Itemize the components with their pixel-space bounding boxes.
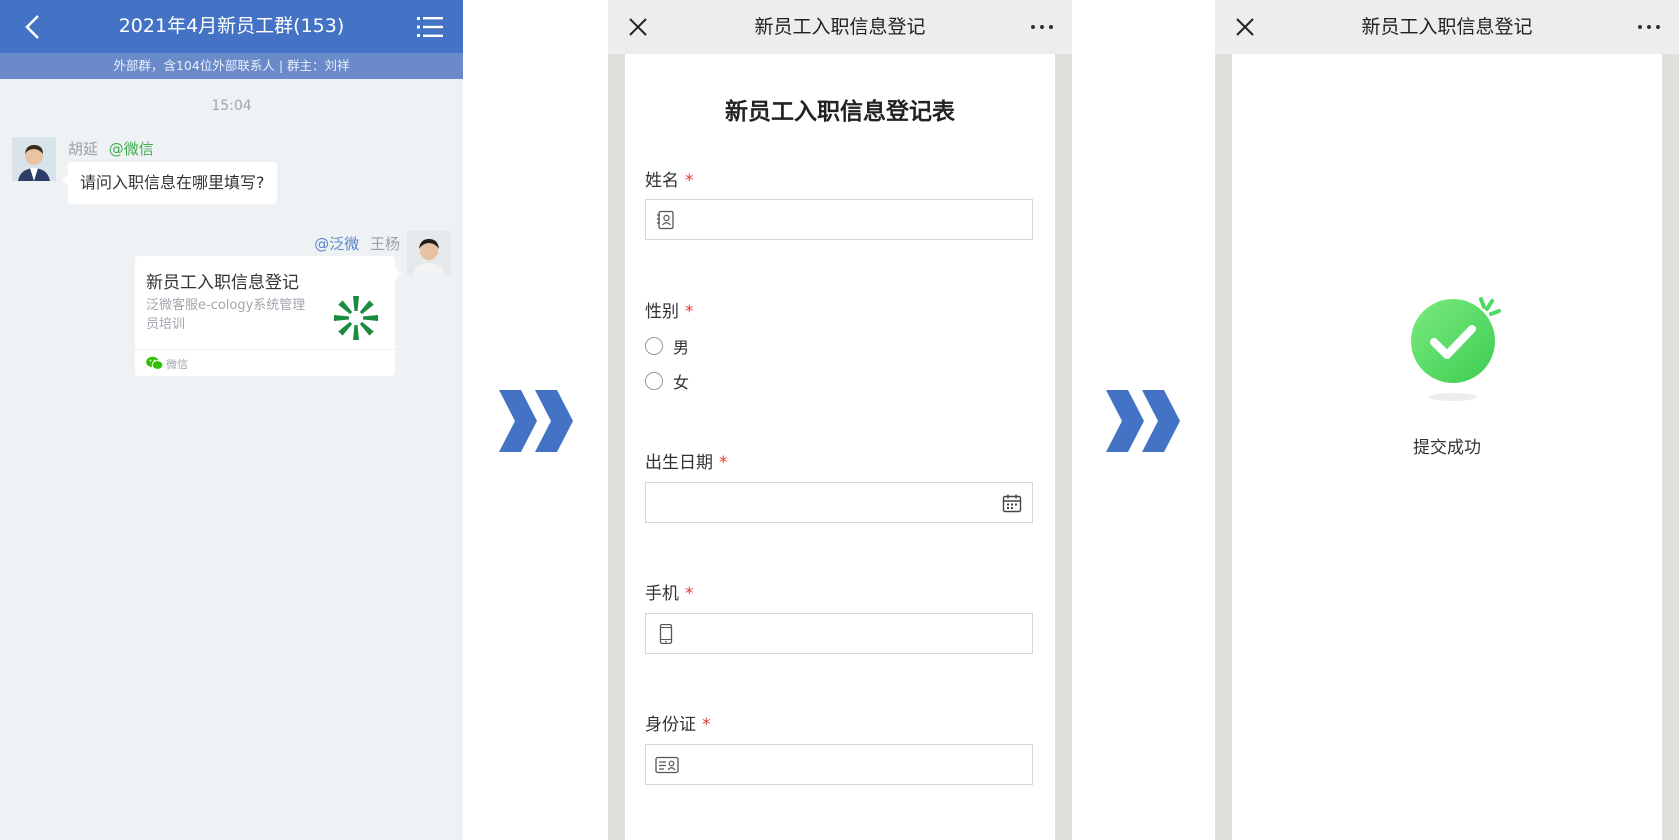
chat-panel: 2021年4月新员工群(153) 外部群，含104位外部联系人 | 群主：刘祥 … [0, 0, 463, 840]
form-header-title: 新员工入职信息登记 [754, 16, 926, 38]
name-label-text: 姓名 [645, 171, 679, 191]
success-message: 提交成功 [1413, 438, 1481, 458]
required-mark: * [702, 715, 711, 735]
gender-option-male[interactable]: 男 [645, 334, 690, 357]
radio-label: 男 [673, 338, 690, 357]
group-info-bar: 外部群，含104位外部联系人 | 群主：刘祥 [0, 53, 463, 79]
sender-line: 胡延 @微信 [68, 138, 154, 159]
weaver-logo-icon [334, 296, 378, 340]
id-card-label-text: 身份证 [645, 715, 696, 735]
share-card[interactable]: 新员工入职信息登记 泛微客服e-cology系统管理员培训 微信 [135, 256, 401, 376]
avatar[interactable] [12, 137, 56, 181]
name-input[interactable] [645, 199, 1033, 240]
required-mark: * [685, 171, 694, 191]
id-card-label: 身份证 * [645, 710, 711, 735]
group-menu-icon[interactable] [417, 15, 443, 39]
chat-header: 2021年4月新员工群(153) [0, 0, 463, 53]
message-timestamp: 15:04 [211, 98, 252, 114]
chat-title: 2021年4月新员工群(153) [118, 15, 345, 37]
birth-date-label: 出生日期 * [645, 448, 728, 473]
card-source: 微信 [166, 358, 188, 371]
phone-label-text: 手机 [645, 584, 679, 604]
required-mark: * [685, 302, 694, 322]
contact-card-icon [657, 210, 674, 230]
phone-icon [659, 624, 673, 644]
mention-tag[interactable]: @泛微 [314, 235, 359, 253]
calendar-icon[interactable] [1002, 493, 1022, 513]
form-panel: 新员工入职信息登记 新员工入职信息登记表 姓名 * 性别 * 男 女 出生日期 … [608, 0, 1072, 840]
required-mark: * [719, 453, 728, 473]
mention-tag[interactable]: @微信 [109, 140, 154, 158]
radio-button[interactable] [645, 372, 663, 390]
required-mark: * [685, 584, 694, 604]
message-bubble[interactable]: 请问入职信息在哪里填写? [62, 162, 277, 204]
person-avatar-icon [407, 231, 451, 275]
result-header-title: 新员工入职信息登记 [1361, 16, 1533, 38]
card-title: 新员工入职信息登记 [146, 273, 299, 293]
form-sheet: 新员工入职信息登记表 姓名 * 性别 * 男 女 出生日期 * 手机 * 身份证… [625, 54, 1055, 840]
sender-name: 王杨 [369, 235, 400, 253]
card-description: 泛微客服e-cology系统管理员培训 [146, 298, 306, 332]
card-footer: 微信 [135, 349, 395, 376]
form-header: 新员工入职信息登记 [608, 0, 1072, 54]
double-chevron-right-icon [499, 390, 573, 452]
person-avatar-icon [12, 137, 56, 181]
form-title: 新员工入职信息登记表 [725, 99, 955, 125]
result-sheet: 提交成功 [1232, 54, 1662, 840]
wechat-icon [146, 356, 163, 370]
gender-option-female[interactable]: 女 [645, 369, 690, 392]
result-panel: 新员工入职信息登记 提交成功 [1215, 0, 1679, 840]
birth-date-label-text: 出生日期 [645, 453, 713, 473]
sender-name: 胡延 [68, 140, 99, 158]
avatar[interactable] [407, 231, 451, 275]
more-icon[interactable] [1030, 24, 1054, 30]
success-check-icon [1411, 297, 1501, 401]
more-icon[interactable] [1637, 24, 1661, 30]
gender-label: 性别 * [645, 297, 694, 322]
phone-label: 手机 * [645, 579, 694, 604]
gender-label-text: 性别 [645, 302, 679, 322]
id-card-icon [655, 756, 679, 774]
phone-input[interactable] [645, 613, 1033, 654]
birth-date-input[interactable] [645, 482, 1033, 523]
double-chevron-right-icon [1106, 390, 1180, 452]
radio-button[interactable] [645, 337, 663, 355]
result-header: 新员工入职信息登记 [1215, 0, 1679, 54]
id-card-input[interactable] [645, 744, 1033, 785]
name-label: 姓名 * [645, 166, 694, 191]
radio-label: 女 [673, 373, 690, 392]
sender-line: @泛微 王杨 [314, 233, 400, 254]
